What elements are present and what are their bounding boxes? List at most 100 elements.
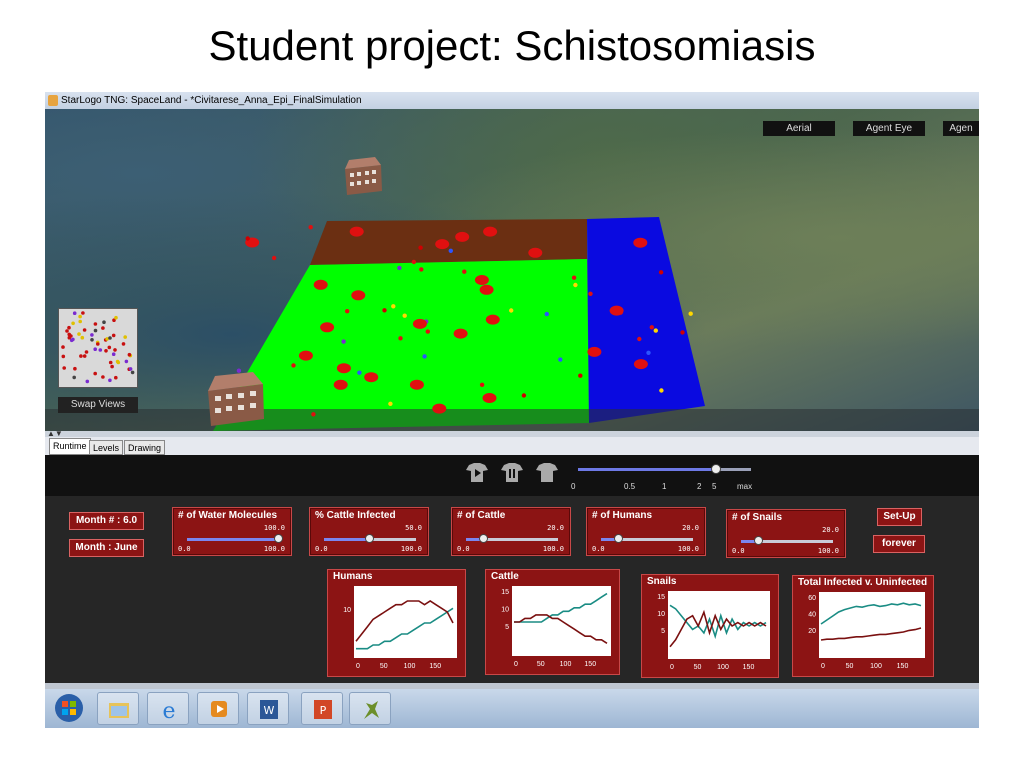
graph-title: Humans [333, 571, 373, 582]
slider-value: 100.0 [263, 524, 285, 532]
graph-y-tick: 40 [808, 612, 816, 619]
graph-x-tick: 0 [356, 663, 360, 670]
slider-label: # of Cattle [457, 510, 506, 521]
view-agent-eye-button[interactable]: Agent Eye [853, 121, 925, 136]
slider-knob[interactable] [274, 534, 283, 543]
slider-knob[interactable] [614, 534, 624, 543]
file-explorer-icon[interactable] [97, 692, 139, 725]
graph-plot: 151050 50 100 150 [501, 586, 611, 668]
tab-bar: Runtime Levels Drawing [45, 437, 979, 455]
minimap-dot [80, 335, 85, 340]
house-icon [208, 372, 264, 426]
slider-cattle-infected[interactable]: % Cattle Infected 50.0 0.0 100.0 [309, 507, 429, 556]
cattle-agent [409, 379, 424, 390]
minimap-dot [113, 348, 117, 352]
snail-agent [649, 325, 654, 330]
cattle-agent [412, 318, 427, 329]
cattle-agent [528, 247, 543, 258]
minimap-dot [124, 359, 129, 364]
cattle-agent [432, 403, 447, 414]
view-aerial-button[interactable]: Aerial [763, 121, 835, 136]
minimap-dot [71, 321, 75, 326]
minimap-dot [101, 375, 105, 379]
snail-agent [521, 393, 527, 398]
spaceland-3d-view[interactable]: Aerial Agent Eye Agen Swap Views [45, 109, 979, 431]
snail-agent [388, 401, 393, 406]
minimap-dot [81, 311, 85, 315]
snail-agent [397, 265, 402, 271]
forever-button[interactable]: forever [873, 535, 925, 553]
word-icon[interactable]: W [247, 692, 289, 725]
minimap-dot [123, 335, 127, 339]
terrain-scene [45, 157, 979, 431]
cattle-agent [479, 284, 494, 295]
minimap-dot [93, 371, 97, 376]
slider-humans-count[interactable]: # of Humans 20.0 0.0 100.0 [586, 507, 706, 556]
slider-min: 0.0 [732, 547, 745, 555]
minimap-dot [72, 375, 76, 380]
tab-levels[interactable]: Levels [89, 440, 124, 455]
slider-max: 100.0 [400, 545, 422, 553]
view-agent-button[interactable]: Agen [943, 121, 979, 136]
step-backward-shirt-icon[interactable] [465, 461, 489, 483]
minimap-dot [98, 348, 103, 352]
java-icon [48, 95, 58, 106]
cattle-agent [336, 363, 351, 374]
snail-agent [418, 245, 423, 250]
slider-max: 100.0 [263, 545, 285, 553]
slider-knob[interactable] [754, 536, 764, 545]
graph-x-tick: 100 [870, 663, 882, 670]
minimap-dot [82, 354, 87, 358]
graph-y-tick: 5 [505, 624, 509, 631]
minimap-dot [96, 342, 100, 346]
snail-agent [659, 388, 664, 393]
slider-fill [324, 538, 370, 541]
cattle-agent [587, 346, 602, 357]
slider-max: 100.0 [677, 545, 699, 553]
slider-snails-count[interactable]: # of Snails 20.0 0.0 100.0 [726, 509, 846, 558]
setup-button[interactable]: Set-Up [877, 508, 922, 526]
snail-agent [509, 308, 514, 313]
tab-runtime[interactable]: Runtime [49, 438, 91, 455]
cattle-agent [633, 237, 648, 248]
minimap-dot [65, 329, 69, 333]
slider-water-molecules[interactable]: # of Water Molecules 100.0 0.0 100.0 [172, 507, 292, 556]
svg-text:W: W [264, 704, 275, 717]
window-title: StarLogo TNG: SpaceLand - *Civitarese_An… [61, 95, 362, 106]
cattle-agent [483, 226, 498, 237]
minimap-dot [104, 349, 108, 353]
minimap-dot [67, 325, 71, 330]
snail-agent [308, 225, 313, 230]
minimap[interactable] [58, 308, 138, 388]
stop-shirt-icon[interactable] [535, 461, 559, 483]
minimap-dot [61, 345, 65, 349]
minimap-dot [69, 334, 73, 338]
speed-tick: 1 [662, 482, 667, 491]
snail-agent [425, 329, 430, 334]
snail-agent [271, 255, 277, 261]
slider-fill [187, 538, 279, 541]
internet-explorer-icon[interactable]: e [147, 692, 189, 725]
windows-start-icon[interactable] [51, 692, 87, 725]
pause-shirt-icon[interactable] [500, 461, 524, 483]
window-titlebar: StarLogo TNG: SpaceLand - *Civitarese_An… [45, 92, 979, 109]
snail-agent [588, 291, 593, 296]
snail-agent [448, 248, 453, 253]
graph-title: Total Infected v. Uninfected [798, 577, 928, 588]
snail-agent [457, 237, 462, 242]
snail-agent [558, 357, 563, 362]
minimap-dot [108, 360, 113, 365]
runtime-panel: 0 0.5 1 2 5 max Month # : 6.0 Month : Ju… [45, 455, 979, 728]
starlogo-icon[interactable] [349, 692, 391, 725]
speed-slider-knob[interactable] [711, 464, 722, 474]
slider-cattle-count[interactable]: # of Cattle 20.0 0.0 100.0 [451, 507, 571, 556]
media-player-icon[interactable] [197, 692, 239, 725]
tab-drawing[interactable]: Drawing [124, 440, 166, 455]
slider-knob[interactable] [479, 534, 489, 543]
swap-views-button[interactable]: Swap Views [58, 397, 138, 413]
slider-knob[interactable] [365, 534, 374, 543]
powerpoint-icon[interactable]: P [301, 692, 343, 725]
minimap-dot [114, 315, 118, 320]
snail-agent [658, 270, 664, 275]
snail-agent [339, 364, 344, 369]
